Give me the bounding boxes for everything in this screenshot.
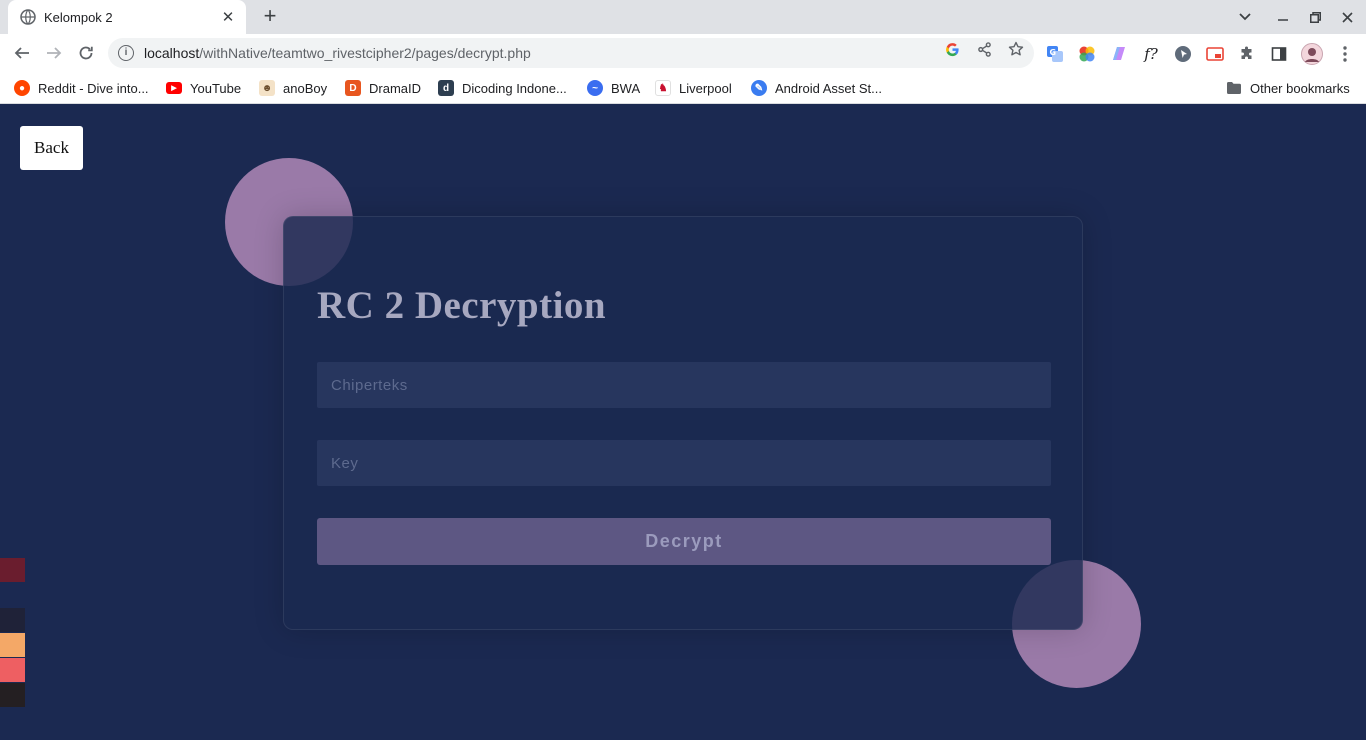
reddit-icon: ● [14,80,30,96]
tab-close-icon[interactable]: ✕ [220,8,236,26]
liverpool-icon: ♞ [655,80,671,96]
bookmark-label: Android Asset St... [775,80,882,96]
bookmark-anoboy[interactable]: ☻ anoBoy [259,78,327,98]
android-asset-studio-icon: ✎ [751,80,767,96]
globe-icon [20,9,36,25]
color-swatch [0,608,25,632]
other-bookmarks[interactable]: Other bookmarks [1226,78,1350,98]
bookmark-label: DramaID [369,80,422,96]
url-text[interactable]: localhost/withNative/teamtwo_rivestciphe… [144,45,531,61]
cursor-extension-icon[interactable] [1174,45,1192,63]
bookmark-bwa[interactable]: ~ BWA [587,78,640,98]
bookmark-star-icon[interactable] [1008,41,1024,57]
side-panel-icon[interactable] [1270,45,1288,63]
minimize-icon[interactable] [1267,0,1299,34]
bookmark-reddit[interactable]: ● Reddit - Dive into... [14,78,149,98]
site-info-icon[interactable]: i [118,45,134,61]
browser-tab[interactable]: Kelompok 2 ✕ [8,0,246,34]
forward-arrow-icon[interactable] [40,39,68,67]
bookmark-label: Dicoding Indone... [462,80,567,96]
gradient-extension-icon[interactable] [1110,45,1128,63]
dramaid-icon: D [345,80,361,96]
bookmark-label: BWA [611,80,641,96]
google-lens-icon[interactable] [944,41,960,57]
page-title: RC 2 Decryption [317,284,607,327]
browser-menu-icon[interactable] [1336,45,1354,63]
anoboy-icon: ☻ [259,80,275,96]
bookmark-label: YouTube [190,80,242,96]
bookmark-dramaid[interactable]: D DramaID [345,78,421,98]
bookmark-label: anoBoy [283,80,328,96]
tab-strip: Kelompok 2 ✕ + [0,0,1366,34]
share-icon[interactable] [976,41,992,57]
color-swatch [0,658,25,682]
youtube-icon: ▶ [166,82,182,94]
ciphertext-input[interactable] [317,362,1051,408]
address-bar[interactable]: i localhost/withNative/teamtwo_rivestcip… [108,38,1034,68]
folder-icon [1226,80,1242,96]
key-input[interactable] [317,440,1051,486]
bookmark-liverpool[interactable]: ♞ Liverpool [655,78,732,98]
svg-text:G: G [1050,48,1057,57]
dicoding-icon: d [438,80,454,96]
tab-title: Kelompok 2 [44,9,113,25]
back-button[interactable]: Back [20,126,83,170]
decrypt-button[interactable]: Decrypt [317,518,1051,565]
browser-toolbar: i localhost/withNative/teamtwo_rivestcip… [0,34,1366,72]
bookmark-label: Reddit - Dive into... [38,80,149,96]
window-close-icon[interactable] [1331,0,1363,34]
color-swatch [0,633,25,657]
picture-in-picture-extension-icon[interactable] [1206,45,1224,63]
profile-avatar[interactable] [1300,42,1324,66]
color-swatch [0,558,25,582]
reload-icon[interactable] [72,39,100,67]
other-bookmarks-label: Other bookmarks [1250,80,1350,96]
bookmark-label: Liverpool [679,80,732,96]
translate-extension-icon[interactable]: G [1046,45,1064,63]
puzzle-extensions-icon[interactable] [1238,45,1256,63]
page-content: Back RC 2 Decryption Decrypt [0,105,1366,740]
restore-icon[interactable] [1299,0,1331,34]
color-picker-extension-icon[interactable] [1078,45,1096,63]
tab-search-icon[interactable] [1229,0,1261,34]
back-arrow-icon[interactable] [8,39,36,67]
bookmark-android-asset-studio[interactable]: ✎ Android Asset St... [751,78,882,98]
bookmarks-bar: ● Reddit - Dive into... ▶ YouTube ☻ anoB… [0,72,1366,104]
bookmark-dicoding[interactable]: d Dicoding Indone... [438,78,567,98]
new-tab-button[interactable]: + [258,5,282,29]
decryption-form-card: RC 2 Decryption Decrypt [283,216,1083,630]
bwa-icon: ~ [587,80,603,96]
color-swatch [0,683,25,707]
font-finder-extension-icon[interactable]: f? [1142,45,1160,63]
bookmark-youtube[interactable]: ▶ YouTube [166,78,241,98]
